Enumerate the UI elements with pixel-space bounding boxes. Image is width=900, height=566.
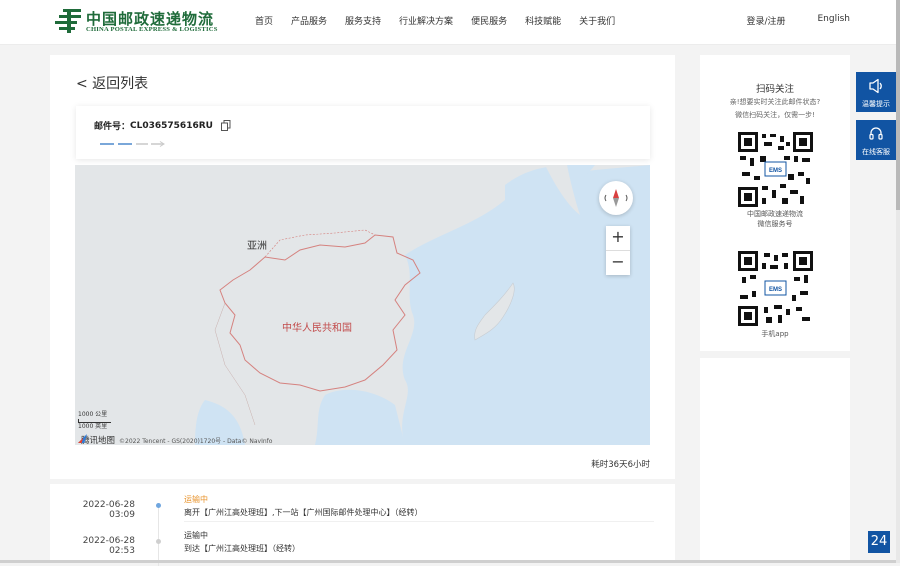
scale-mi: 1000 英里 [78,423,108,430]
app-qr-code-icon: EMS [738,251,813,326]
tencent-map-logo-icon [78,434,87,443]
nav-products[interactable]: 产品服务 [291,14,327,27]
event-status: 运输中 [184,495,208,504]
vertical-scrollbar-thumb[interactable] [896,0,900,210]
tips-button[interactable]: 温馨提示 [856,72,896,112]
map-canvas [195,165,650,445]
qr2-caption: 手机app [761,330,789,338]
language-english-link[interactable]: English [818,14,851,27]
mongolia-border [264,229,376,258]
zoom-control: + − [606,226,630,275]
event-status: 运输中 [184,531,208,540]
china-post-logo-icon [55,9,81,33]
tips-button-label: 温馨提示 [862,100,890,108]
nav-convenience[interactable]: 便民服务 [471,14,507,27]
copy-icon[interactable] [220,120,231,131]
event-date: 2022-06-28 [82,536,135,546]
nav-technology[interactable]: 科技赋能 [525,14,561,27]
event-time: 02:53 [109,546,135,556]
follow-qr-card: 扫码关注 亲!想要实时关注此邮件状态? 微信扫码关注，仅需一步! EMS 中国邮… [700,55,850,351]
mail-number-card: 邮件号： CL036575616RU [76,106,650,159]
online-service-button-label: 在线客服 [862,148,890,156]
nav-solutions[interactable]: 行业解决方案 [399,14,453,27]
event-description: 离开【广州江高处理班】,下一站【广州国际邮件处理中心】（经转） [184,508,423,517]
qr-center-logo: EMS [769,168,782,174]
headset-icon [869,127,883,140]
route-progress-indicator [100,141,165,147]
vertical-scrollbar[interactable] [896,0,900,563]
qr-center-logo: EMS [769,287,782,293]
china-post-logo[interactable]: 中国邮政速递物流 CHINA POSTAL EXPRESS & LOGISTIC… [54,7,224,37]
main-nav: 首页 产品服务 服务支持 行业解决方案 便民服务 科技赋能 关于我们 [255,14,633,27]
follow-title: 扫码关注 [755,84,794,95]
tracking-main-card: < 返回列表 邮件号： CL036575616RU 亚洲 中华人民共和国 + −… [50,55,675,479]
event-time: 03:09 [109,510,135,520]
mail-number-row: 邮件号： CL036575616RU [94,119,231,132]
back-to-list-link[interactable]: < 返回列表 [76,73,148,93]
qr1-caption-2: 微信服务号 [757,220,793,228]
online-service-button[interactable]: 在线客服 [856,120,896,160]
top-header: 中国邮政速递物流 CHINA POSTAL EXPRESS & LOGISTIC… [0,0,900,45]
sidebar-blank-card [700,358,850,563]
map-copyright: ©2022 Tencent - GS(2020)1720号 - Data© Na… [119,437,273,445]
wechat-qr-code-icon: EMS [738,132,813,207]
logo-english-text: CHINA POSTAL EXPRESS & LOGISTICS [86,26,218,33]
tracking-map[interactable]: 亚洲 中华人民共和国 + − 1000 公里 1000 英里 腾讯地图 ©202… [75,165,650,445]
south-china-sea [315,389,405,445]
nav-home[interactable]: 首页 [255,14,273,27]
map-scale: 1000 公里 1000 英里 [78,411,111,431]
zoom-out-button[interactable]: − [606,251,630,275]
event-datetime: 2022-06-28 03:09 [83,500,135,520]
event-date: 2022-06-28 [82,500,135,510]
mail-number-value: CL036575616RU [130,120,213,131]
tracking-timeline: 2022-06-28 03:09 运输中 离开【广州江高处理班】,下一站【广州国… [50,484,675,566]
zoom-in-button[interactable]: + [606,226,630,250]
map-label-china: 中华人民共和国 [282,323,352,334]
map-label-asia: 亚洲 [247,241,267,252]
china-border [219,234,421,392]
follow-line-2: 微信扫码关注，仅需一步! [735,111,815,119]
map-attribution: 腾讯地图 ©2022 Tencent - GS(2020)1720号 - Dat… [78,434,272,445]
service-24h-badge[interactable]: 24 [868,531,890,553]
follow-line-1: 亲!想要实时关注此邮件状态? [729,98,821,106]
event-description: 到达【广州江高处理班】（经转） [184,544,300,553]
compass-icon [604,189,628,207]
event-datetime: 2022-06-28 02:53 [83,536,135,556]
event-divider [184,521,654,522]
mail-number-label: 邮件号： [94,122,131,132]
event-dot-active [156,503,161,508]
event-dot [156,539,161,544]
compass-control[interactable] [599,181,633,215]
login-register-link[interactable]: 登录/注册 [746,14,785,27]
speaker-icon [869,78,882,94]
timeline-line [158,506,159,566]
header-actions: 登录/注册 English [746,14,850,27]
scale-km: 1000 公里 [78,411,108,418]
elapsed-time: 耗时36天6小时 [591,460,650,470]
qr1-caption-1: 中国邮政速递物流 [747,210,803,218]
nav-support[interactable]: 服务支持 [345,14,381,27]
nav-about[interactable]: 关于我们 [579,14,615,27]
